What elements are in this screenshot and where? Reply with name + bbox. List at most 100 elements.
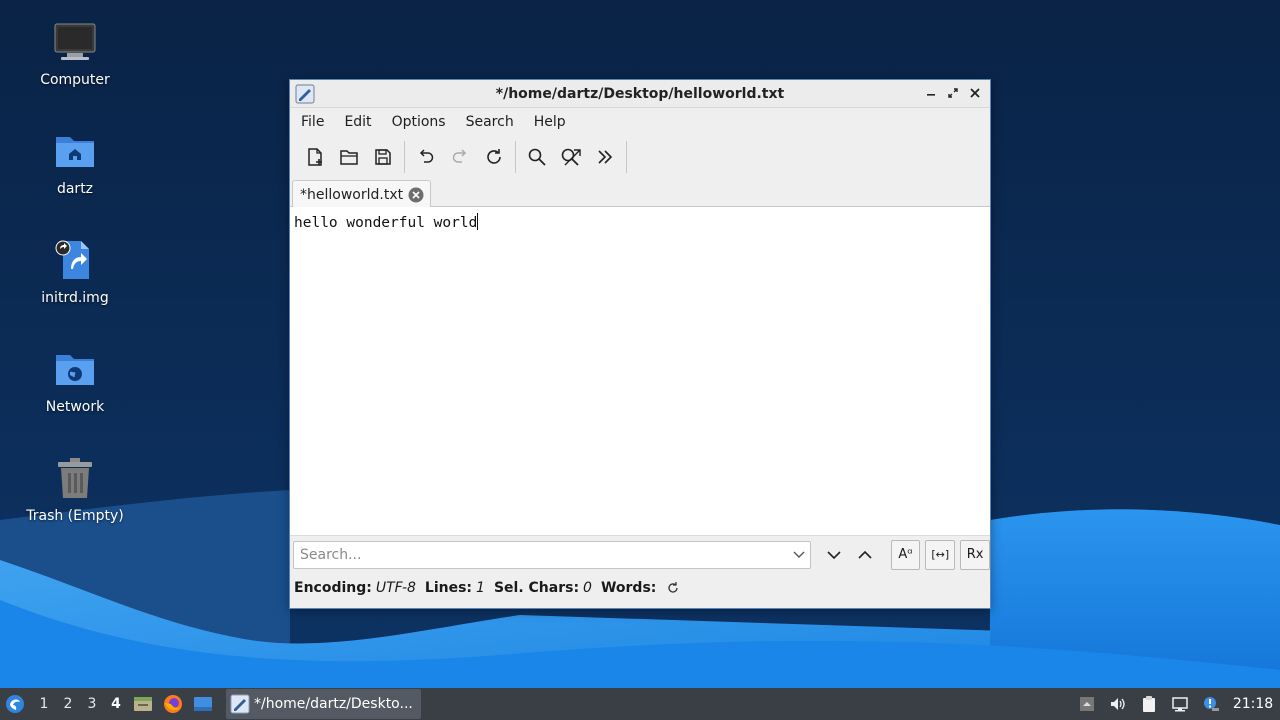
home-folder-icon <box>51 127 99 175</box>
quicklaunch-show-desktop[interactable] <box>188 688 218 720</box>
reload-button[interactable] <box>477 140 511 174</box>
desktop-icon-dartz[interactable]: dartz <box>5 127 145 197</box>
tray-network-button[interactable] <box>1164 688 1195 720</box>
save-icon <box>375 149 391 165</box>
desktop-icon-label: initrd.img <box>41 290 109 306</box>
more-icon <box>598 150 613 164</box>
toolbar-separator <box>404 141 405 173</box>
menu-search[interactable]: Search <box>458 114 522 130</box>
open-file-button[interactable] <box>332 140 366 174</box>
desktop-icon-trash[interactable]: Trash (Empty) <box>5 454 145 524</box>
clipboard-icon <box>1142 696 1155 712</box>
find-next-button[interactable] <box>819 540 849 570</box>
tray-clipboard-button[interactable] <box>1133 688 1164 720</box>
toolbar <box>290 136 990 178</box>
editor-window: */home/dartz/Desktop/helloworld.txt File… <box>289 79 991 609</box>
menu-bar: File Edit Options Search Help <box>290 108 990 136</box>
lines-label: Lines: <box>424 580 473 596</box>
workspace-2[interactable]: 2 <box>56 696 80 712</box>
window-titlebar[interactable]: */home/dartz/Desktop/helloworld.txt <box>290 80 990 108</box>
taskbar: 1 2 3 4 */home/dartz/Deskto... 21:18 <box>0 688 1280 720</box>
close-tab-icon[interactable] <box>408 187 424 203</box>
match-case-toggle[interactable]: Aᵅ <box>890 539 921 570</box>
menu-help[interactable]: Help <box>526 114 574 130</box>
desktop-icon <box>194 697 212 711</box>
computer-icon <box>51 18 99 66</box>
redo-button[interactable] <box>443 140 477 174</box>
search-history-dropdown[interactable] <box>788 543 810 567</box>
workspace-3[interactable]: 3 <box>80 696 104 712</box>
tray-volume-button[interactable] <box>1102 688 1133 720</box>
sel-chars-label: Sel. Chars: <box>493 580 580 596</box>
whole-word-label: [↔] <box>931 548 950 561</box>
menu-options[interactable]: Options <box>384 114 454 130</box>
window-title: */home/dartz/Desktop/helloworld.txt <box>495 85 785 102</box>
find-button[interactable] <box>520 140 554 174</box>
minimize-button[interactable] <box>922 84 940 102</box>
tab-label: *helloworld.txt <box>300 186 404 203</box>
tab-bar: *helloworld.txt <box>290 178 990 208</box>
encoding-value: UTF-8 <box>375 580 416 596</box>
replace-button[interactable] <box>554 140 588 174</box>
save-button[interactable] <box>366 140 400 174</box>
tab-helloworld[interactable]: *helloworld.txt <box>292 180 431 208</box>
trash-icon <box>51 454 99 502</box>
quicklaunch-file-manager[interactable] <box>128 688 158 720</box>
desktop-icon-label: dartz <box>56 181 94 197</box>
clock[interactable]: 21:18 <box>1226 696 1280 712</box>
whole-word-toggle[interactable]: [↔] <box>925 539 956 570</box>
find-previous-button[interactable] <box>850 540 880 570</box>
minimize-icon <box>927 94 935 96</box>
workspace-4[interactable]: 4 <box>104 696 128 712</box>
maximize-icon <box>948 88 958 98</box>
tray-show-hidden-button[interactable] <box>1071 688 1102 720</box>
search-input[interactable] <box>300 542 788 567</box>
more-tools-button[interactable] <box>588 140 622 174</box>
lines-value: 1 <box>476 580 485 596</box>
replace-icon <box>561 148 581 166</box>
maximize-button[interactable] <box>944 84 962 102</box>
arrow-up-icon <box>858 550 872 559</box>
workspace-1[interactable]: 1 <box>32 696 56 712</box>
sel-chars-value: 0 <box>583 580 592 596</box>
text-editor-app-icon <box>230 694 250 714</box>
quicklaunch-firefox[interactable] <box>158 688 188 720</box>
encoding-label: Encoding: <box>294 580 372 596</box>
reload-icon <box>487 149 501 164</box>
regex-label: Rx <box>966 547 984 562</box>
arrow-up-box-icon <box>1079 697 1094 711</box>
start-menu-button[interactable] <box>0 688 30 720</box>
refresh-word-count-icon[interactable] <box>666 581 680 595</box>
undo-button[interactable] <box>409 140 443 174</box>
taskbar-window-button[interactable]: */home/dartz/Deskto... <box>226 689 421 719</box>
text-editor-area[interactable]: hello wonderful world <box>290 207 990 535</box>
toolbar-separator <box>626 141 627 173</box>
find-icon <box>528 148 546 166</box>
volume-icon <box>1110 698 1125 710</box>
new-file-button[interactable] <box>298 140 332 174</box>
close-window-button[interactable] <box>966 84 984 102</box>
arrow-down-icon <box>827 550 841 559</box>
regex-toggle[interactable]: Rx <box>960 539 990 570</box>
chevron-down-icon <box>793 551 805 558</box>
find-bar: Aᵅ [↔] Rx <box>290 535 990 573</box>
menu-edit[interactable]: Edit <box>336 114 379 130</box>
desktop-icon-initrd[interactable]: initrd.img <box>5 236 145 306</box>
menu-file[interactable]: File <box>293 114 332 130</box>
notification-icon <box>1203 697 1219 711</box>
status-bar: Encoding: UTF-8 Lines: 1 Sel. Chars: 0 W… <box>290 573 990 603</box>
words-label: Words: <box>600 580 657 596</box>
desktop-icon-label: Computer <box>40 72 110 88</box>
text-cursor <box>477 213 479 230</box>
match-case-label: Aᵅ <box>898 547 913 562</box>
tray-notification-button[interactable] <box>1195 688 1226 720</box>
close-icon <box>970 88 980 98</box>
toolbar-separator <box>515 141 516 173</box>
network-icon <box>1171 697 1188 712</box>
text-editor-app-icon <box>295 84 315 104</box>
search-combobox[interactable] <box>293 540 811 569</box>
desktop-icon-computer[interactable]: Computer <box>5 18 145 88</box>
new-file-icon <box>308 148 322 166</box>
desktop-icon-label: Trash (Empty) <box>26 508 124 524</box>
desktop-icon-network[interactable]: Network <box>5 345 145 415</box>
